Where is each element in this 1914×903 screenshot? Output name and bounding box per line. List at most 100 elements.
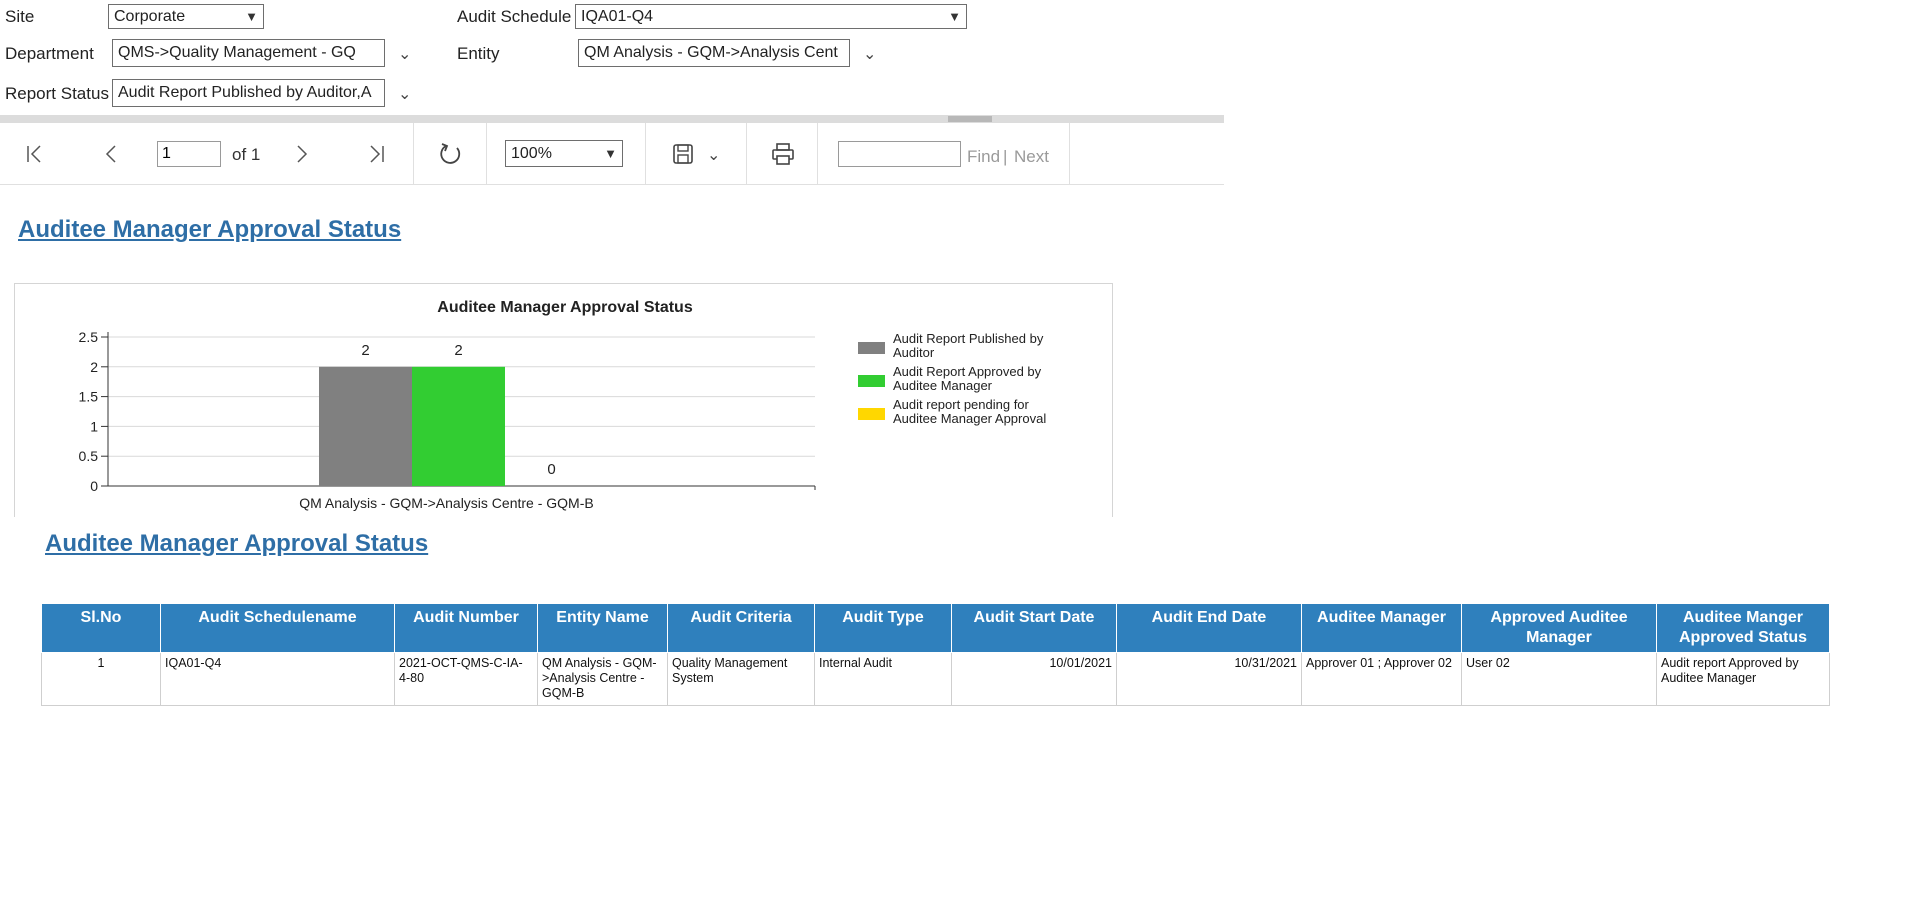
site-select[interactable]: Corporate ▼	[108, 4, 264, 29]
zoom-select[interactable]: 100% ▼	[505, 140, 623, 167]
find-button[interactable]: Find	[967, 147, 1000, 167]
x-tick-label: QM Analysis - GQM->Analysis Centre - GQM…	[299, 495, 593, 511]
y-tick-label: 2	[90, 359, 98, 375]
zoom-value: 100%	[511, 144, 552, 162]
parameter-splitter[interactable]	[0, 115, 1224, 123]
find-separator: |	[1003, 147, 1008, 166]
legend-text: Audit Report Published by	[893, 331, 1044, 346]
y-tick-label: 1.5	[79, 389, 99, 405]
department-field[interactable]: QMS->Quality Management - GQ	[112, 39, 385, 67]
toolbar-divider	[1069, 123, 1070, 184]
bar	[319, 366, 412, 486]
column-header: Audit Number	[394, 603, 538, 653]
table-cell: Audit report Approved by Auditee Manager	[1656, 652, 1830, 706]
report-status-value: Audit Report Published by Auditor,A	[118, 84, 372, 101]
table-cell: 10/31/2021	[1116, 652, 1302, 706]
department-value: QMS->Quality Management - GQ	[118, 44, 356, 61]
chevron-down-icon: ▼	[245, 9, 258, 24]
legend-entry: Audit Report Approved by Auditee Manager	[893, 364, 1042, 393]
legend-text: Audit report pending for	[893, 397, 1030, 412]
legend-entry: Audit report pending for Auditee Manager …	[893, 397, 1046, 426]
last-page-icon[interactable]	[361, 139, 391, 169]
legend-text: Auditor	[893, 345, 935, 360]
legend-swatch	[858, 408, 885, 420]
approval-status-chart: Auditee Manager Approval Status 0 0.5 1 1.5 2…	[79, 299, 1047, 511]
legend-entry: Audit Report Published by Auditor	[893, 331, 1044, 360]
report-status-label: Report Status	[5, 84, 109, 103]
toolbar-divider	[645, 123, 646, 184]
data-label: 2	[361, 342, 369, 359]
legend-text: Auditee Manager	[893, 378, 993, 393]
table-title[interactable]: Auditee Manager Approval Status	[45, 530, 428, 558]
table-header-row: Sl.No Audit Schedulename Audit Number Entit…	[41, 603, 1830, 653]
approval-status-table: Sl.No Audit Schedulename Audit Number Entit…	[41, 603, 1830, 706]
chart-container: Auditee Manager Approval Status 0 0.5 1 1.5 2…	[14, 283, 1113, 517]
legend-text: Auditee Manager Approval	[893, 411, 1046, 426]
legend-swatch	[858, 375, 885, 387]
refresh-icon[interactable]	[434, 138, 466, 170]
table-cell: User 02	[1461, 652, 1657, 706]
table-cell: Internal Audit	[814, 652, 952, 706]
site-value: Corporate	[114, 7, 186, 25]
toolbar-divider	[413, 123, 414, 184]
previous-page-icon[interactable]	[96, 139, 126, 169]
report-title[interactable]: Auditee Manager Approval Status	[18, 216, 401, 244]
collapse-parameters-handle[interactable]	[948, 116, 992, 122]
export-dropdown-icon[interactable]: ⌄	[707, 145, 720, 165]
table-cell: Approver 01 ; Approver 02	[1301, 652, 1462, 706]
bar	[412, 366, 505, 486]
y-tick-label: 0	[90, 478, 98, 494]
audit-schedule-label: Audit Schedule	[457, 7, 572, 26]
data-label: 0	[547, 461, 555, 478]
column-header: Audit Start Date	[951, 603, 1117, 653]
table-row: 1 IQA01-Q4 2021-OCT-QMS-C-IA-4-80 QM Analys…	[41, 652, 1830, 706]
table-cell: 1	[41, 652, 161, 706]
entity-value: QM Analysis - GQM->Analysis Cent	[584, 44, 838, 61]
report-toolbar: of 1 100% ▼ ⌄ Find | Next	[0, 123, 1224, 185]
column-header: Auditee Manger Approved Status	[1656, 603, 1830, 653]
entity-label: Entity	[457, 44, 500, 63]
page-number-input[interactable]	[157, 141, 221, 167]
page-count-text: of 1	[232, 145, 261, 164]
table-cell: IQA01-Q4	[160, 652, 395, 706]
column-header: Audit Type	[814, 603, 952, 653]
chevron-down-icon: ▼	[604, 146, 617, 161]
legend-text: Audit Report Approved by	[893, 364, 1042, 379]
toolbar-divider	[746, 123, 747, 184]
report-status-field[interactable]: Audit Report Published by Auditor,A	[112, 79, 385, 107]
report-status-dropdown-icon[interactable]: ⌄	[398, 84, 411, 104]
first-page-icon[interactable]	[20, 139, 50, 169]
table-cell: 2021-OCT-QMS-C-IA-4-80	[394, 652, 538, 706]
audit-schedule-select[interactable]: IQA01-Q4 ▼	[575, 4, 967, 29]
department-dropdown-icon[interactable]: ⌄	[398, 44, 411, 64]
toolbar-divider	[486, 123, 487, 184]
column-header: Audit End Date	[1116, 603, 1302, 653]
column-header: Auditee Manager	[1301, 603, 1462, 653]
site-label: Site	[5, 7, 35, 26]
table-cell: QM Analysis - GQM->Analysis Centre - GQM…	[537, 652, 668, 706]
save-icon[interactable]	[668, 139, 698, 169]
column-header: Sl.No	[41, 603, 161, 653]
audit-schedule-value: IQA01-Q4	[581, 7, 654, 25]
department-label: Department	[5, 44, 94, 63]
chart-title: Auditee Manager Approval Status	[437, 299, 693, 316]
column-header: Approved Auditee Manager	[1461, 603, 1657, 653]
y-tick-label: 2.5	[79, 329, 99, 345]
chevron-down-icon: ▼	[948, 9, 961, 24]
y-tick-label: 0.5	[79, 448, 99, 464]
column-header: Audit Criteria	[667, 603, 815, 653]
print-icon[interactable]	[767, 139, 799, 169]
toolbar-divider	[817, 123, 818, 184]
column-header: Audit Schedulename	[160, 603, 395, 653]
column-header: Entity Name	[537, 603, 668, 653]
entity-dropdown-icon[interactable]: ⌄	[863, 44, 876, 64]
data-label: 2	[454, 342, 462, 359]
table-cell: 10/01/2021	[951, 652, 1117, 706]
y-tick-label: 1	[90, 418, 98, 434]
find-input[interactable]	[838, 141, 961, 167]
next-page-icon[interactable]	[287, 139, 317, 169]
next-button[interactable]: Next	[1014, 147, 1049, 167]
legend-swatch	[858, 342, 885, 354]
entity-field[interactable]: QM Analysis - GQM->Analysis Cent	[578, 39, 850, 67]
table-cell: Quality Management System	[667, 652, 815, 706]
